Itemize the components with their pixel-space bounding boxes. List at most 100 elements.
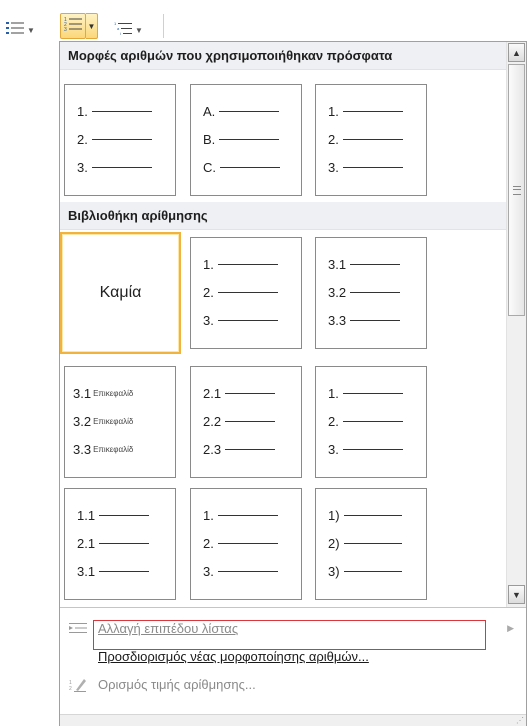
number-format-tile[interactable]: 2.1 2.2 2.3 (190, 366, 302, 478)
bullets-dropdown-arrow-icon[interactable]: ▼ (27, 26, 35, 35)
number-format-tile-none[interactable]: Καμία (60, 232, 181, 354)
tile-number: 3.1 (73, 385, 92, 401)
tile-line (225, 420, 276, 422)
tile-number: 1. (77, 103, 88, 119)
scrollbar-thumb[interactable] (508, 64, 525, 316)
tile-line (219, 110, 280, 112)
tile-number: A. (203, 103, 216, 119)
number-format-tile[interactable]: 1. 2. 3. (64, 84, 176, 196)
multilevel-dropdown-arrow-icon[interactable]: ▼ (135, 26, 143, 35)
tile-number: 3. (203, 563, 214, 579)
tile-line (217, 542, 278, 544)
tile-line (343, 542, 402, 544)
tile-line (91, 138, 152, 140)
tile-number: 2.3 (203, 441, 222, 457)
tile-line (350, 263, 401, 265)
change-list-level-icon (60, 622, 96, 634)
tile-number: 2.1 (203, 385, 222, 401)
tile-none-label: Καμία (99, 284, 142, 301)
number-format-tile[interactable]: 1. 2. 3. (315, 84, 427, 196)
tile-number: 1) (328, 507, 340, 523)
tile-number: 3. (203, 312, 214, 328)
tile-line (91, 110, 152, 112)
tile-number: 2. (203, 284, 214, 300)
tile-line (343, 514, 402, 516)
tile-heading-text: Επικεφαλίδ (93, 416, 134, 426)
svg-text:3: 3 (64, 27, 67, 32)
tile-number: 1. (203, 256, 214, 272)
tile-heading-text: Επικεφαλίδ (93, 388, 134, 398)
grip-icon (512, 185, 521, 195)
number-format-tile[interactable]: 1. 2. 3. (315, 366, 427, 478)
multilevel-list-icon: 1 a i (114, 21, 132, 40)
number-format-tile[interactable]: 1. 2. 3. (190, 237, 302, 349)
tile-line (350, 291, 401, 293)
tile-line (219, 138, 280, 140)
tile-line (350, 319, 401, 321)
set-numbering-value-icon: 1 2 (60, 676, 96, 692)
tile-line (217, 514, 278, 516)
multilevel-list-button[interactable]: 1 a i ▼ (114, 20, 154, 40)
number-format-tile[interactable]: 3.1 3.2 3.3 (315, 237, 427, 349)
tile-number: B. (203, 131, 216, 147)
tile-line (217, 319, 278, 321)
toolbar-separator (163, 14, 164, 38)
tile-heading-text: Επικεφαλίδ (93, 444, 134, 454)
ribbon-paragraph-toolbar: ▼ 1 2 3 ▼ 1 a i ▼ (0, 0, 528, 44)
resize-grip-icon[interactable]: ⋰ (516, 716, 524, 725)
gallery-scrollbar[interactable]: ▲ ▼ (506, 42, 526, 607)
tile-line (217, 291, 278, 293)
dropdown-resize-bar[interactable]: ⋰ (60, 714, 526, 726)
tile-line (343, 570, 402, 572)
bullet-list-icon (6, 21, 24, 40)
tile-number: 3.1 (328, 256, 347, 272)
svg-text:i: i (120, 31, 121, 35)
number-format-tile[interactable]: 1.1 2.1 3.1 (64, 488, 176, 600)
numbering-dropdown-arrow-icon[interactable]: ▼ (86, 13, 98, 39)
change-list-level-label: Αλλαγή επιπέδου λίστας (98, 620, 239, 636)
define-new-number-format-label: Προσδιορισμός νέας μορφοποίησης αριθμών.… (98, 648, 369, 664)
tile-number: 2. (328, 131, 339, 147)
number-format-tile[interactable]: A. B. C. (190, 84, 302, 196)
section-header-recent: Μορφές αριθμών που χρησιμοποιήθηκαν πρόσ… (60, 42, 506, 70)
tile-number: 3.3 (328, 312, 347, 328)
tile-number: 1. (328, 103, 339, 119)
menu-divider (60, 607, 526, 608)
tile-line (99, 570, 150, 572)
tile-line (342, 448, 403, 450)
set-numbering-value-item[interactable]: 1 2 Ορισμός τιμής αρίθμησης... (60, 670, 526, 698)
svg-text:2: 2 (69, 686, 72, 692)
tile-number: 3. (328, 159, 339, 175)
tile-line (217, 570, 278, 572)
tile-line (99, 514, 150, 516)
scroll-down-arrow-icon[interactable]: ▼ (508, 585, 525, 604)
tile-number: 2.2 (203, 413, 222, 429)
change-list-level-item[interactable]: Αλλαγή επιπέδου λίστας ▶ (60, 614, 526, 642)
section-header-library: Βιβλιοθήκη αρίθμησης (60, 202, 506, 230)
numbering-library-dropdown: Μορφές αριθμών που χρησιμοποιήθηκαν πρόσ… (59, 41, 527, 726)
scroll-up-arrow-icon[interactable]: ▲ (508, 43, 525, 62)
tile-number: 3. (77, 159, 88, 175)
define-new-number-format-item[interactable]: Προσδιορισμός νέας μορφοποίησης αριθμών.… (60, 642, 526, 670)
tile-line (342, 138, 403, 140)
tile-line (225, 392, 276, 394)
tile-number: 2. (328, 413, 339, 429)
bullets-button[interactable]: ▼ (6, 20, 46, 40)
number-format-tile[interactable]: 1. 2. 3. (190, 488, 302, 600)
tile-line (225, 448, 276, 450)
numbering-main-button[interactable]: 1 2 3 (60, 13, 86, 39)
submenu-arrow-icon: ▶ (507, 622, 514, 633)
tile-number: 2.1 (77, 535, 96, 551)
numbering-gallery: Μορφές αριθμών που χρησιμοποιήθηκαν πρόσ… (60, 42, 506, 607)
numbering-button[interactable]: 1 2 3 ▼ (60, 12, 100, 40)
tile-line (99, 542, 150, 544)
number-format-tile[interactable]: 3.1 Επικεφαλίδ 3.2 Επικεφαλίδ 3.3 Επικεφαλί… (64, 366, 176, 478)
numbered-list-icon: 1 2 3 (64, 16, 82, 37)
tile-number: 1. (328, 385, 339, 401)
tile-number: 3.2 (73, 413, 92, 429)
tile-line (217, 263, 278, 265)
tile-number: 2) (328, 535, 340, 551)
tile-line (342, 166, 403, 168)
number-format-tile[interactable]: 1) 2) 3) (315, 488, 427, 600)
tile-number: 3.2 (328, 284, 347, 300)
